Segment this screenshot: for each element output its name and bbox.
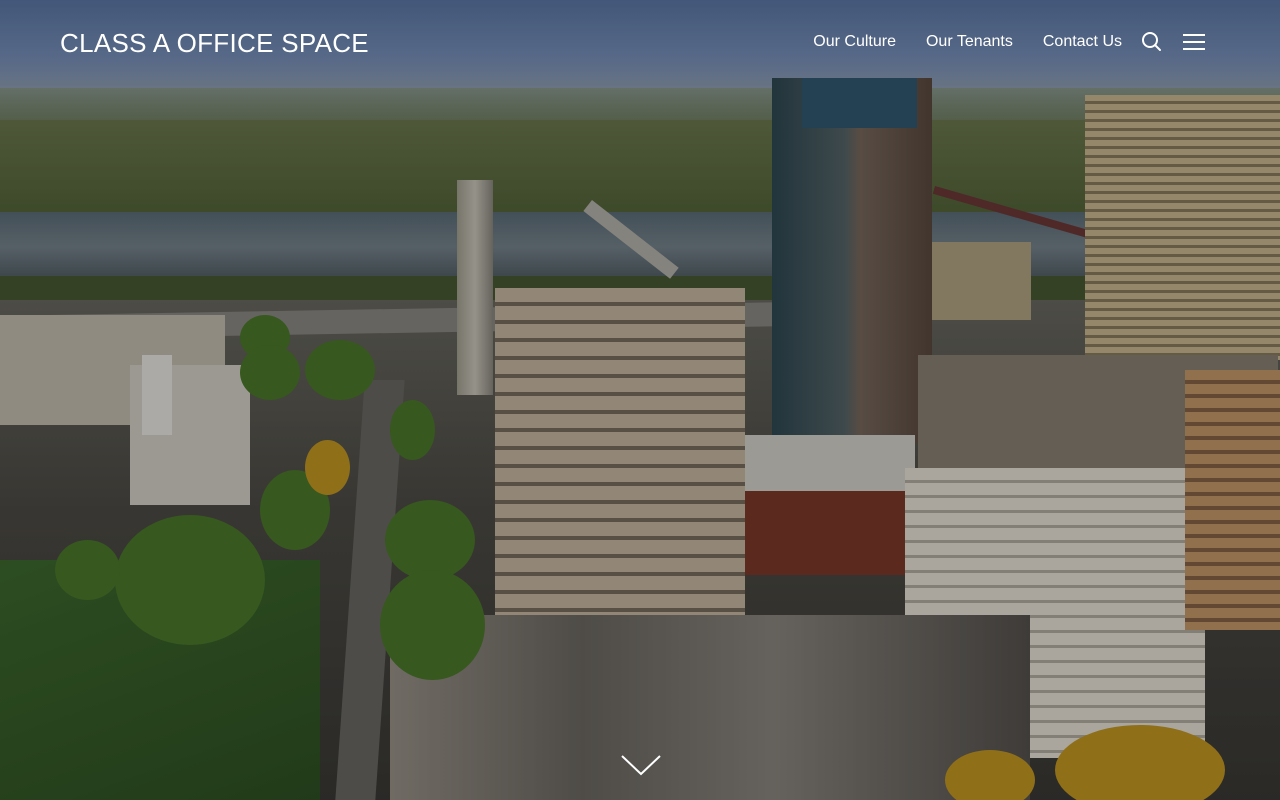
nav-item-our-culture[interactable]: Our Culture <box>813 32 896 52</box>
search-icon <box>1142 32 1161 51</box>
hero-overlay <box>0 0 1280 800</box>
site-title[interactable]: CLASS A OFFICE SPACE <box>60 28 369 58</box>
nav-item-contact-us[interactable]: Contact Us <box>1043 32 1122 52</box>
menu-icon <box>1183 34 1205 50</box>
menu-button[interactable] <box>1181 30 1207 54</box>
nav-item-our-tenants[interactable]: Our Tenants <box>926 32 1013 52</box>
main-nav: Our Culture Our Tenants Contact Us <box>813 32 1122 52</box>
search-button[interactable] <box>1140 30 1164 54</box>
scroll-down-button[interactable] <box>620 750 662 780</box>
site-header: CLASS A OFFICE SPACE Our Culture Our Ten… <box>0 0 1280 86</box>
hero-aerial-image <box>0 0 1280 800</box>
chevron-down-icon <box>621 755 661 776</box>
